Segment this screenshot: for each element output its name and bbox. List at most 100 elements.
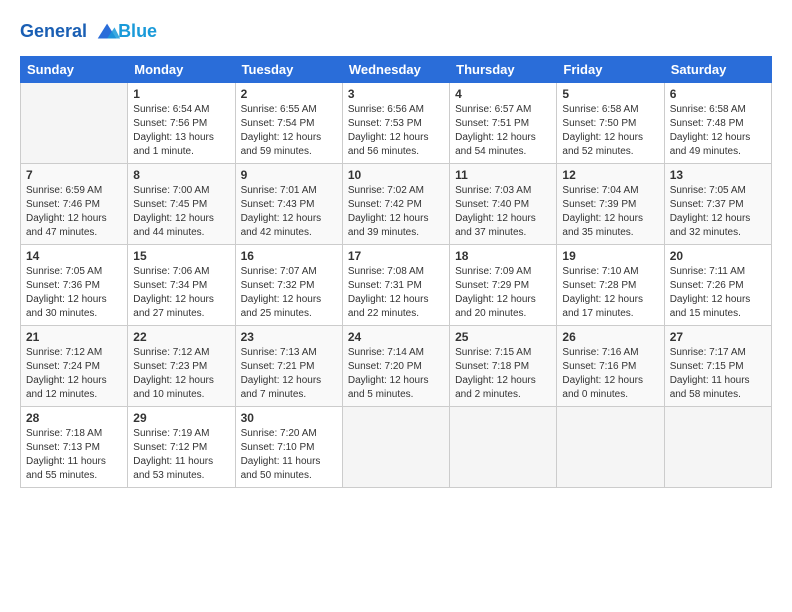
weekday-header-row: SundayMondayTuesdayWednesdayThursdayFrid… [21, 57, 772, 83]
calendar-cell: 18Sunrise: 7:09 AM Sunset: 7:29 PM Dayli… [450, 245, 557, 326]
day-number: 10 [348, 168, 444, 182]
calendar-cell: 23Sunrise: 7:13 AM Sunset: 7:21 PM Dayli… [235, 326, 342, 407]
day-number: 9 [241, 168, 337, 182]
day-number: 28 [26, 411, 122, 425]
weekday-header-saturday: Saturday [664, 57, 771, 83]
day-info: Sunrise: 6:54 AM Sunset: 7:56 PM Dayligh… [133, 103, 229, 159]
calendar-cell: 2 Sunrise: 6:55 AM Sunset: 7:54 PM Daylig… [235, 83, 342, 164]
weekday-header-tuesday: Tuesday [235, 57, 342, 83]
calendar-cell: 22 Sunrise: 7:12 AM Sunset: 7:23 PM Dayli… [128, 326, 235, 407]
day-info: Sunrise: 7:05 AM Sunset: 7:37 PM Dayligh… [670, 184, 766, 240]
calendar-cell: 17 Sunrise: 7:08 AM Sunset: 7:31 PM Dayli… [342, 245, 449, 326]
calendar-cell [450, 407, 557, 488]
day-number: 27 [670, 330, 766, 344]
day-number: 15 [133, 249, 229, 263]
day-info: Sunrise: 7:03 AM Sunset: 7:40 PM Dayligh… [455, 184, 551, 240]
day-number: 7 [26, 168, 122, 182]
calendar-cell: 7 Sunrise: 6:59 AM Sunset: 7:46 PM Daylig… [21, 164, 128, 245]
day-info: Sunrise: 7:15 AM Sunset: 7:18 PM Dayligh… [455, 346, 551, 402]
day-number: 4 [455, 87, 551, 101]
day-number: 22 [133, 330, 229, 344]
calendar-cell: 9 Sunrise: 7:01 AM Sunset: 7:43 PM Daylig… [235, 164, 342, 245]
calendar-cell: 1 Sunrise: 6:54 AM Sunset: 7:56 PM Daylig… [128, 83, 235, 164]
logo-text: General [20, 18, 122, 46]
page: General Blue SundayMondayTuesdayWednesda… [0, 0, 792, 612]
day-number: 2 [241, 87, 337, 101]
calendar-cell [557, 407, 664, 488]
day-info: Sunrise: 7:20 AM Sunset: 7:10 PM Dayligh… [241, 427, 337, 483]
calendar-cell: 8 Sunrise: 7:00 AM Sunset: 7:45 PM Daylig… [128, 164, 235, 245]
calendar-cell: 24 Sunrise: 7:14 AM Sunset: 7:20 PM Dayli… [342, 326, 449, 407]
day-info: Sunrise: 7:11 AM Sunset: 7:26 PM Dayligh… [670, 265, 766, 321]
day-number: 11 [455, 168, 551, 182]
weekday-header-wednesday: Wednesday [342, 57, 449, 83]
day-info: Sunrise: 6:57 AM Sunset: 7:51 PM Dayligh… [455, 103, 551, 159]
day-info: Sunrise: 7:05 AM Sunset: 7:36 PM Dayligh… [26, 265, 122, 321]
day-number: 30 [241, 411, 337, 425]
day-number: 1 [133, 87, 229, 101]
day-info: Sunrise: 7:18 AM Sunset: 7:13 PM Dayligh… [26, 427, 122, 483]
day-info: Sunrise: 6:58 AM Sunset: 7:48 PM Dayligh… [670, 103, 766, 159]
calendar-cell: 4 Sunrise: 6:57 AM Sunset: 7:51 PM Daylig… [450, 83, 557, 164]
calendar-week-row: 21 Sunrise: 7:12 AM Sunset: 7:24 PM Dayli… [21, 326, 772, 407]
day-info: Sunrise: 6:59 AM Sunset: 7:46 PM Dayligh… [26, 184, 122, 240]
calendar-week-row: 14Sunrise: 7:05 AM Sunset: 7:36 PM Dayli… [21, 245, 772, 326]
day-number: 21 [26, 330, 122, 344]
calendar-cell: 28 Sunrise: 7:18 AM Sunset: 7:13 PM Dayli… [21, 407, 128, 488]
day-number: 3 [348, 87, 444, 101]
day-number: 13 [670, 168, 766, 182]
day-info: Sunrise: 7:01 AM Sunset: 7:43 PM Dayligh… [241, 184, 337, 240]
calendar-cell: 21 Sunrise: 7:12 AM Sunset: 7:24 PM Dayli… [21, 326, 128, 407]
day-number: 12 [562, 168, 658, 182]
weekday-header-sunday: Sunday [21, 57, 128, 83]
day-info: Sunrise: 7:02 AM Sunset: 7:42 PM Dayligh… [348, 184, 444, 240]
calendar-week-row: 1 Sunrise: 6:54 AM Sunset: 7:56 PM Daylig… [21, 83, 772, 164]
day-info: Sunrise: 7:00 AM Sunset: 7:45 PM Dayligh… [133, 184, 229, 240]
day-number: 17 [348, 249, 444, 263]
day-info: Sunrise: 7:10 AM Sunset: 7:28 PM Dayligh… [562, 265, 658, 321]
day-number: 23 [241, 330, 337, 344]
logo-blue: Blue [118, 21, 157, 43]
calendar-cell: 26Sunrise: 7:16 AM Sunset: 7:16 PM Dayli… [557, 326, 664, 407]
calendar-cell: 11 Sunrise: 7:03 AM Sunset: 7:40 PM Dayli… [450, 164, 557, 245]
day-number: 24 [348, 330, 444, 344]
day-info: Sunrise: 7:12 AM Sunset: 7:24 PM Dayligh… [26, 346, 122, 402]
day-number: 6 [670, 87, 766, 101]
day-number: 29 [133, 411, 229, 425]
calendar-cell: 19Sunrise: 7:10 AM Sunset: 7:28 PM Dayli… [557, 245, 664, 326]
calendar-table: SundayMondayTuesdayWednesdayThursdayFrid… [20, 56, 772, 488]
logo-general: General [20, 21, 87, 41]
calendar-cell: 25 Sunrise: 7:15 AM Sunset: 7:18 PM Dayli… [450, 326, 557, 407]
calendar-cell: 5Sunrise: 6:58 AM Sunset: 7:50 PM Daylig… [557, 83, 664, 164]
calendar-cell: 3Sunrise: 6:56 AM Sunset: 7:53 PM Daylig… [342, 83, 449, 164]
day-number: 8 [133, 168, 229, 182]
day-info: Sunrise: 7:12 AM Sunset: 7:23 PM Dayligh… [133, 346, 229, 402]
calendar-cell: 27 Sunrise: 7:17 AM Sunset: 7:15 PM Dayli… [664, 326, 771, 407]
calendar-cell [664, 407, 771, 488]
day-info: Sunrise: 7:07 AM Sunset: 7:32 PM Dayligh… [241, 265, 337, 321]
calendar-week-row: 28 Sunrise: 7:18 AM Sunset: 7:13 PM Dayli… [21, 407, 772, 488]
day-info: Sunrise: 7:04 AM Sunset: 7:39 PM Dayligh… [562, 184, 658, 240]
calendar-cell [342, 407, 449, 488]
calendar-cell: 13 Sunrise: 7:05 AM Sunset: 7:37 PM Dayli… [664, 164, 771, 245]
day-info: Sunrise: 7:14 AM Sunset: 7:20 PM Dayligh… [348, 346, 444, 402]
calendar-cell: 14Sunrise: 7:05 AM Sunset: 7:36 PM Dayli… [21, 245, 128, 326]
weekday-header-friday: Friday [557, 57, 664, 83]
calendar-cell: 10 Sunrise: 7:02 AM Sunset: 7:42 PM Dayli… [342, 164, 449, 245]
calendar-cell: 12 Sunrise: 7:04 AM Sunset: 7:39 PM Dayli… [557, 164, 664, 245]
weekday-header-monday: Monday [128, 57, 235, 83]
calendar-cell: 30 Sunrise: 7:20 AM Sunset: 7:10 PM Dayli… [235, 407, 342, 488]
calendar-cell: 20Sunrise: 7:11 AM Sunset: 7:26 PM Dayli… [664, 245, 771, 326]
calendar-week-row: 7 Sunrise: 6:59 AM Sunset: 7:46 PM Daylig… [21, 164, 772, 245]
day-info: Sunrise: 7:08 AM Sunset: 7:31 PM Dayligh… [348, 265, 444, 321]
day-info: Sunrise: 7:06 AM Sunset: 7:34 PM Dayligh… [133, 265, 229, 321]
calendar-cell: 16Sunrise: 7:07 AM Sunset: 7:32 PM Dayli… [235, 245, 342, 326]
header: General Blue [20, 18, 772, 46]
weekday-header-thursday: Thursday [450, 57, 557, 83]
day-number: 25 [455, 330, 551, 344]
calendar-cell: 29Sunrise: 7:19 AM Sunset: 7:12 PM Dayli… [128, 407, 235, 488]
day-info: Sunrise: 6:55 AM Sunset: 7:54 PM Dayligh… [241, 103, 337, 159]
day-info: Sunrise: 7:16 AM Sunset: 7:16 PM Dayligh… [562, 346, 658, 402]
day-info: Sunrise: 7:17 AM Sunset: 7:15 PM Dayligh… [670, 346, 766, 402]
day-number: 5 [562, 87, 658, 101]
